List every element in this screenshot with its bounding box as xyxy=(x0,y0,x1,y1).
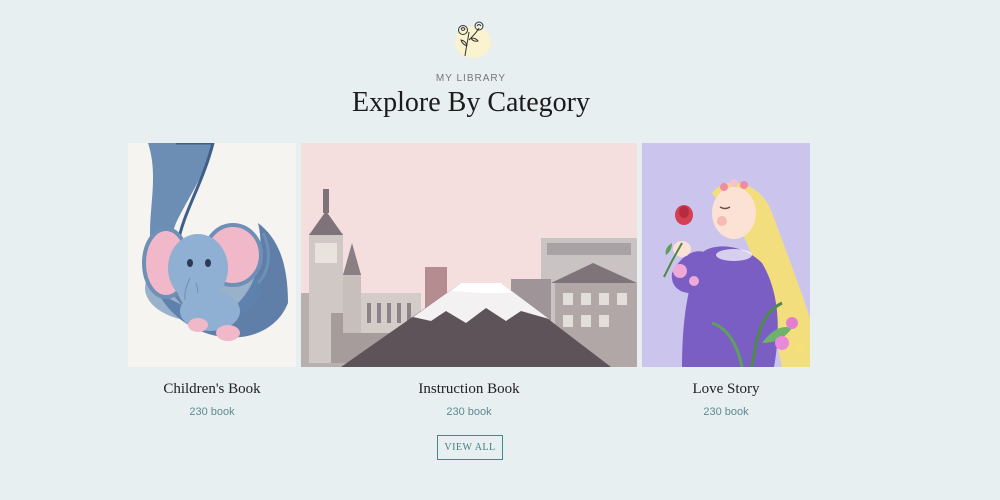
page-title: Explore By Category xyxy=(352,87,590,118)
category-card-childrens-book[interactable] xyxy=(128,143,296,367)
category-count: 230 book xyxy=(703,406,749,418)
elephant-illustration xyxy=(128,143,296,367)
city-mountain-illustration xyxy=(301,143,637,367)
category-title[interactable]: Instruction Book xyxy=(301,381,637,398)
category-card-instruction-book[interactable] xyxy=(301,143,637,367)
category-count: 230 book xyxy=(446,406,492,418)
section-eyebrow: MY LIBRARY xyxy=(435,73,507,84)
category-title[interactable]: Love Story xyxy=(642,381,810,398)
rose-icon xyxy=(458,21,484,57)
category-count: 230 book xyxy=(189,406,235,418)
category-title[interactable]: Children's Book xyxy=(128,381,296,398)
girl-with-rose-illustration xyxy=(642,143,810,367)
rose-logo-icon[interactable] xyxy=(451,18,491,58)
view-all-button[interactable]: VIEW ALL xyxy=(437,435,503,460)
category-card-love-story[interactable] xyxy=(642,143,810,367)
